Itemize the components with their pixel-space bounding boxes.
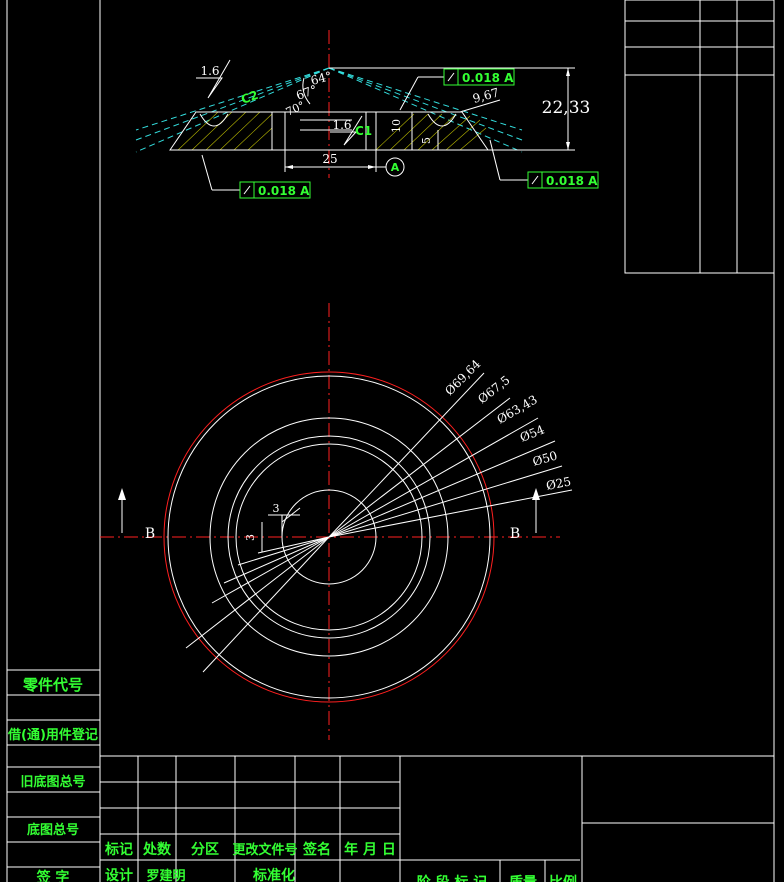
header-mark: 标记 xyxy=(104,841,133,858)
dim-9-67: 9,67 xyxy=(471,85,500,105)
tolerance-right: 0.018 A xyxy=(546,174,598,188)
header-count: 处数 xyxy=(142,841,172,858)
revision-table xyxy=(624,0,775,274)
section-view: 1.6 1.6 64° 67° 70° C2 C1 10 5 9,67 25 A xyxy=(135,30,599,199)
dim-3-horizontal: 3 xyxy=(273,502,280,515)
standardization-label: 标准化 xyxy=(252,867,295,882)
designer-name: 罗建明 xyxy=(146,868,185,882)
dim-3-vertical: 3 xyxy=(244,534,257,541)
used-register-label: 借(通)用件登记 xyxy=(7,727,98,743)
header-sign: 签名 xyxy=(302,841,331,858)
section-b-right: B xyxy=(510,526,520,542)
dim-25: 25 xyxy=(322,152,337,166)
title-block: 标记 处数 分区 更改文件号 签名 年 月 日 设计 罗建明 标准化 阶 段 标… xyxy=(100,755,774,882)
mass-label: 质量 xyxy=(509,874,537,882)
diameter-25: Ø25 xyxy=(545,474,572,493)
diameter-63-43: Ø63,43 xyxy=(495,392,540,426)
dim-5: 5 xyxy=(420,137,433,144)
diameter-54: Ø54 xyxy=(518,422,547,445)
scale-label: 比例 xyxy=(549,874,577,882)
diameter-69-64: Ø69,64 xyxy=(442,357,483,398)
plan-view: Ø69,64 Ø67,5 Ø63,43 Ø54 Ø50 Ø25 3 3 B B xyxy=(100,303,572,740)
datum-a: A xyxy=(391,161,400,174)
dim-22-33: 22,33 xyxy=(542,98,591,118)
angle-70: 70° xyxy=(284,99,307,119)
signature-label: 签 字 xyxy=(36,869,70,882)
tolerance-left: 0.018 A xyxy=(258,184,310,198)
part-code-label: 零件代号 xyxy=(22,676,83,694)
diameter-67-5: Ø67,5 xyxy=(475,373,512,407)
tolerance-top: 0.018 A xyxy=(462,71,514,85)
header-change-doc: 更改文件号 xyxy=(232,842,297,858)
chamfer-c1: C1 xyxy=(355,124,372,138)
engineering-drawing: 零件代号 借(通)用件登记 旧底图总号 底图总号 签 字 标记 处数 分区 更改… xyxy=(6,0,775,882)
roughness-left: 1.6 xyxy=(200,64,219,78)
base-drawing-label: 底图总号 xyxy=(27,822,79,838)
header-date: 年 月 日 xyxy=(344,841,396,858)
dim-10: 10 xyxy=(390,119,403,133)
design-label: 设计 xyxy=(105,867,133,882)
diameter-50: Ø50 xyxy=(531,449,559,469)
roughness-mid: 1.6 xyxy=(332,118,351,132)
old-drawing-label: 旧底图总号 xyxy=(20,774,85,790)
stage-mark-label: 阶 段 标 记 xyxy=(417,874,488,882)
left-panel: 零件代号 借(通)用件登记 旧底图总号 底图总号 签 字 xyxy=(7,669,100,882)
header-zone: 分区 xyxy=(191,842,219,858)
section-b-left: B xyxy=(145,526,155,542)
